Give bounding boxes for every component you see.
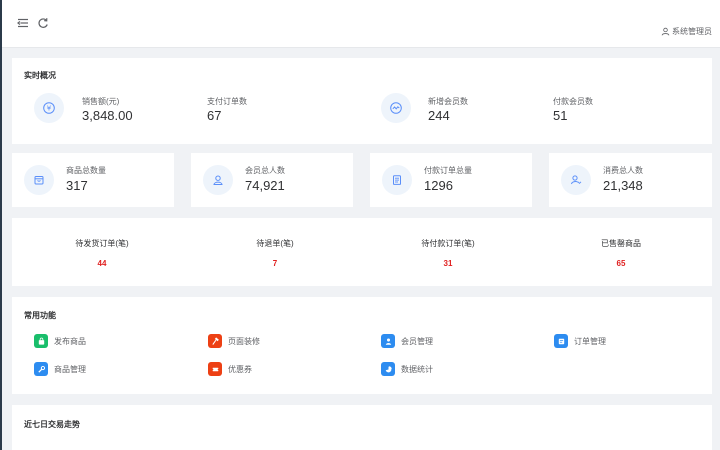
function-order-management[interactable]: 订单管理 bbox=[554, 334, 606, 348]
function-coupon[interactable]: 优惠券 bbox=[208, 362, 252, 376]
stat-value-sales: 3,848.00 bbox=[82, 108, 133, 123]
order-status-pending-refund[interactable]: 待退单(笔) 7 bbox=[185, 238, 365, 268]
order-status-card: 待发货订单(笔) 44 待退单(笔) 7 待付款订单(笔) 31 已售罄商品 6… bbox=[12, 218, 712, 286]
stat-label-paid-orders: 支付订单数 bbox=[207, 97, 247, 106]
function-label: 订单管理 bbox=[574, 336, 606, 346]
order-label: 待退单(笔) bbox=[256, 239, 294, 248]
order-status-pending-payment[interactable]: 待付款订单(笔) 31 bbox=[358, 238, 538, 268]
stat-label-sales: 销售额(元) bbox=[82, 97, 120, 106]
summary-label-members: 会员总人数 bbox=[245, 166, 285, 175]
function-label: 商品管理 bbox=[54, 364, 86, 374]
trend-icon bbox=[381, 93, 411, 123]
refresh-icon[interactable] bbox=[36, 16, 50, 30]
order-manage-icon bbox=[554, 334, 568, 348]
order-label: 待发货订单(笔) bbox=[75, 239, 129, 248]
function-label: 优惠券 bbox=[228, 364, 252, 374]
trend-card: 近七日交易走势 bbox=[12, 405, 712, 450]
order-value: 44 bbox=[97, 259, 107, 268]
function-publish-product[interactable]: 发布商品 bbox=[34, 334, 86, 348]
function-product-management[interactable]: 商品管理 bbox=[34, 362, 86, 376]
order-value: 7 bbox=[272, 259, 278, 268]
function-page-decoration[interactable]: 页面装修 bbox=[208, 334, 260, 348]
summary-value-consumers: 21,348 bbox=[603, 178, 643, 193]
realtime-overview-card: 实时概况 ¥ 销售额(元) 3,848.00 支付订单数 67 新增会员数 24… bbox=[12, 58, 712, 144]
order-label: 已售罄商品 bbox=[601, 239, 641, 248]
function-label: 页面装修 bbox=[228, 336, 260, 346]
stat-value-new-members: 244 bbox=[428, 108, 450, 123]
product-box-icon bbox=[24, 165, 54, 195]
yen-icon: ¥ bbox=[34, 93, 64, 123]
order-list-icon bbox=[382, 165, 412, 195]
stat-value-paying-members: 51 bbox=[553, 108, 568, 123]
summary-card-products[interactable]: 商品总数量 317 bbox=[12, 153, 174, 207]
consumer-icon bbox=[561, 165, 591, 195]
svg-text:¥: ¥ bbox=[47, 105, 52, 113]
stat-value-paid-orders: 67 bbox=[207, 108, 222, 123]
member-manage-icon bbox=[381, 334, 395, 348]
coupon-icon bbox=[208, 362, 222, 376]
order-value: 65 bbox=[616, 259, 626, 268]
summary-card-consumers[interactable]: 消费总人数 21,348 bbox=[549, 153, 712, 207]
summary-card-members[interactable]: 会员总人数 74,921 bbox=[191, 153, 353, 207]
order-status-sold-out[interactable]: 已售罄商品 65 bbox=[531, 238, 711, 268]
username: 系统管理员 bbox=[672, 27, 712, 36]
member-user-icon bbox=[203, 165, 233, 195]
function-member-management[interactable]: 会员管理 bbox=[381, 334, 433, 348]
function-label: 发布商品 bbox=[54, 336, 86, 346]
function-data-statistics[interactable]: 数据统计 bbox=[381, 362, 433, 376]
functions-title: 常用功能 bbox=[24, 311, 56, 320]
order-value: 31 bbox=[443, 259, 453, 268]
top-bar: 系统管理员 bbox=[2, 0, 720, 48]
stat-label-new-members: 新增会员数 bbox=[428, 97, 468, 106]
stat-label-paying-members: 付款会员数 bbox=[553, 97, 593, 106]
realtime-title: 实时概况 bbox=[24, 71, 56, 80]
publish-bag-icon bbox=[34, 334, 48, 348]
order-status-pending-shipment[interactable]: 待发货订单(笔) 44 bbox=[12, 238, 192, 268]
user-menu[interactable]: 系统管理员 bbox=[661, 26, 712, 37]
function-label: 会员管理 bbox=[401, 336, 433, 346]
user-icon bbox=[661, 27, 670, 36]
trend-title: 近七日交易走势 bbox=[24, 420, 80, 429]
wrench-icon bbox=[34, 362, 48, 376]
sidebar-edge bbox=[0, 0, 2, 450]
order-label: 待付款订单(笔) bbox=[421, 239, 475, 248]
summary-value-products: 317 bbox=[66, 178, 88, 193]
pie-chart-icon bbox=[381, 362, 395, 376]
menu-toggle-icon[interactable] bbox=[16, 16, 30, 30]
common-functions-card: 常用功能 发布商品 页面装修 会员管理 订单管理 商品管理 优惠券 数据统计 bbox=[12, 297, 712, 394]
summary-value-orders: 1296 bbox=[424, 178, 453, 193]
decorate-hammer-icon bbox=[208, 334, 222, 348]
function-label: 数据统计 bbox=[401, 364, 433, 374]
summary-value-members: 74,921 bbox=[245, 178, 285, 193]
summary-label-orders: 付款订单总量 bbox=[424, 166, 472, 175]
summary-card-orders[interactable]: 付款订单总量 1296 bbox=[370, 153, 532, 207]
summary-label-products: 商品总数量 bbox=[66, 166, 106, 175]
summary-label-consumers: 消费总人数 bbox=[603, 166, 643, 175]
